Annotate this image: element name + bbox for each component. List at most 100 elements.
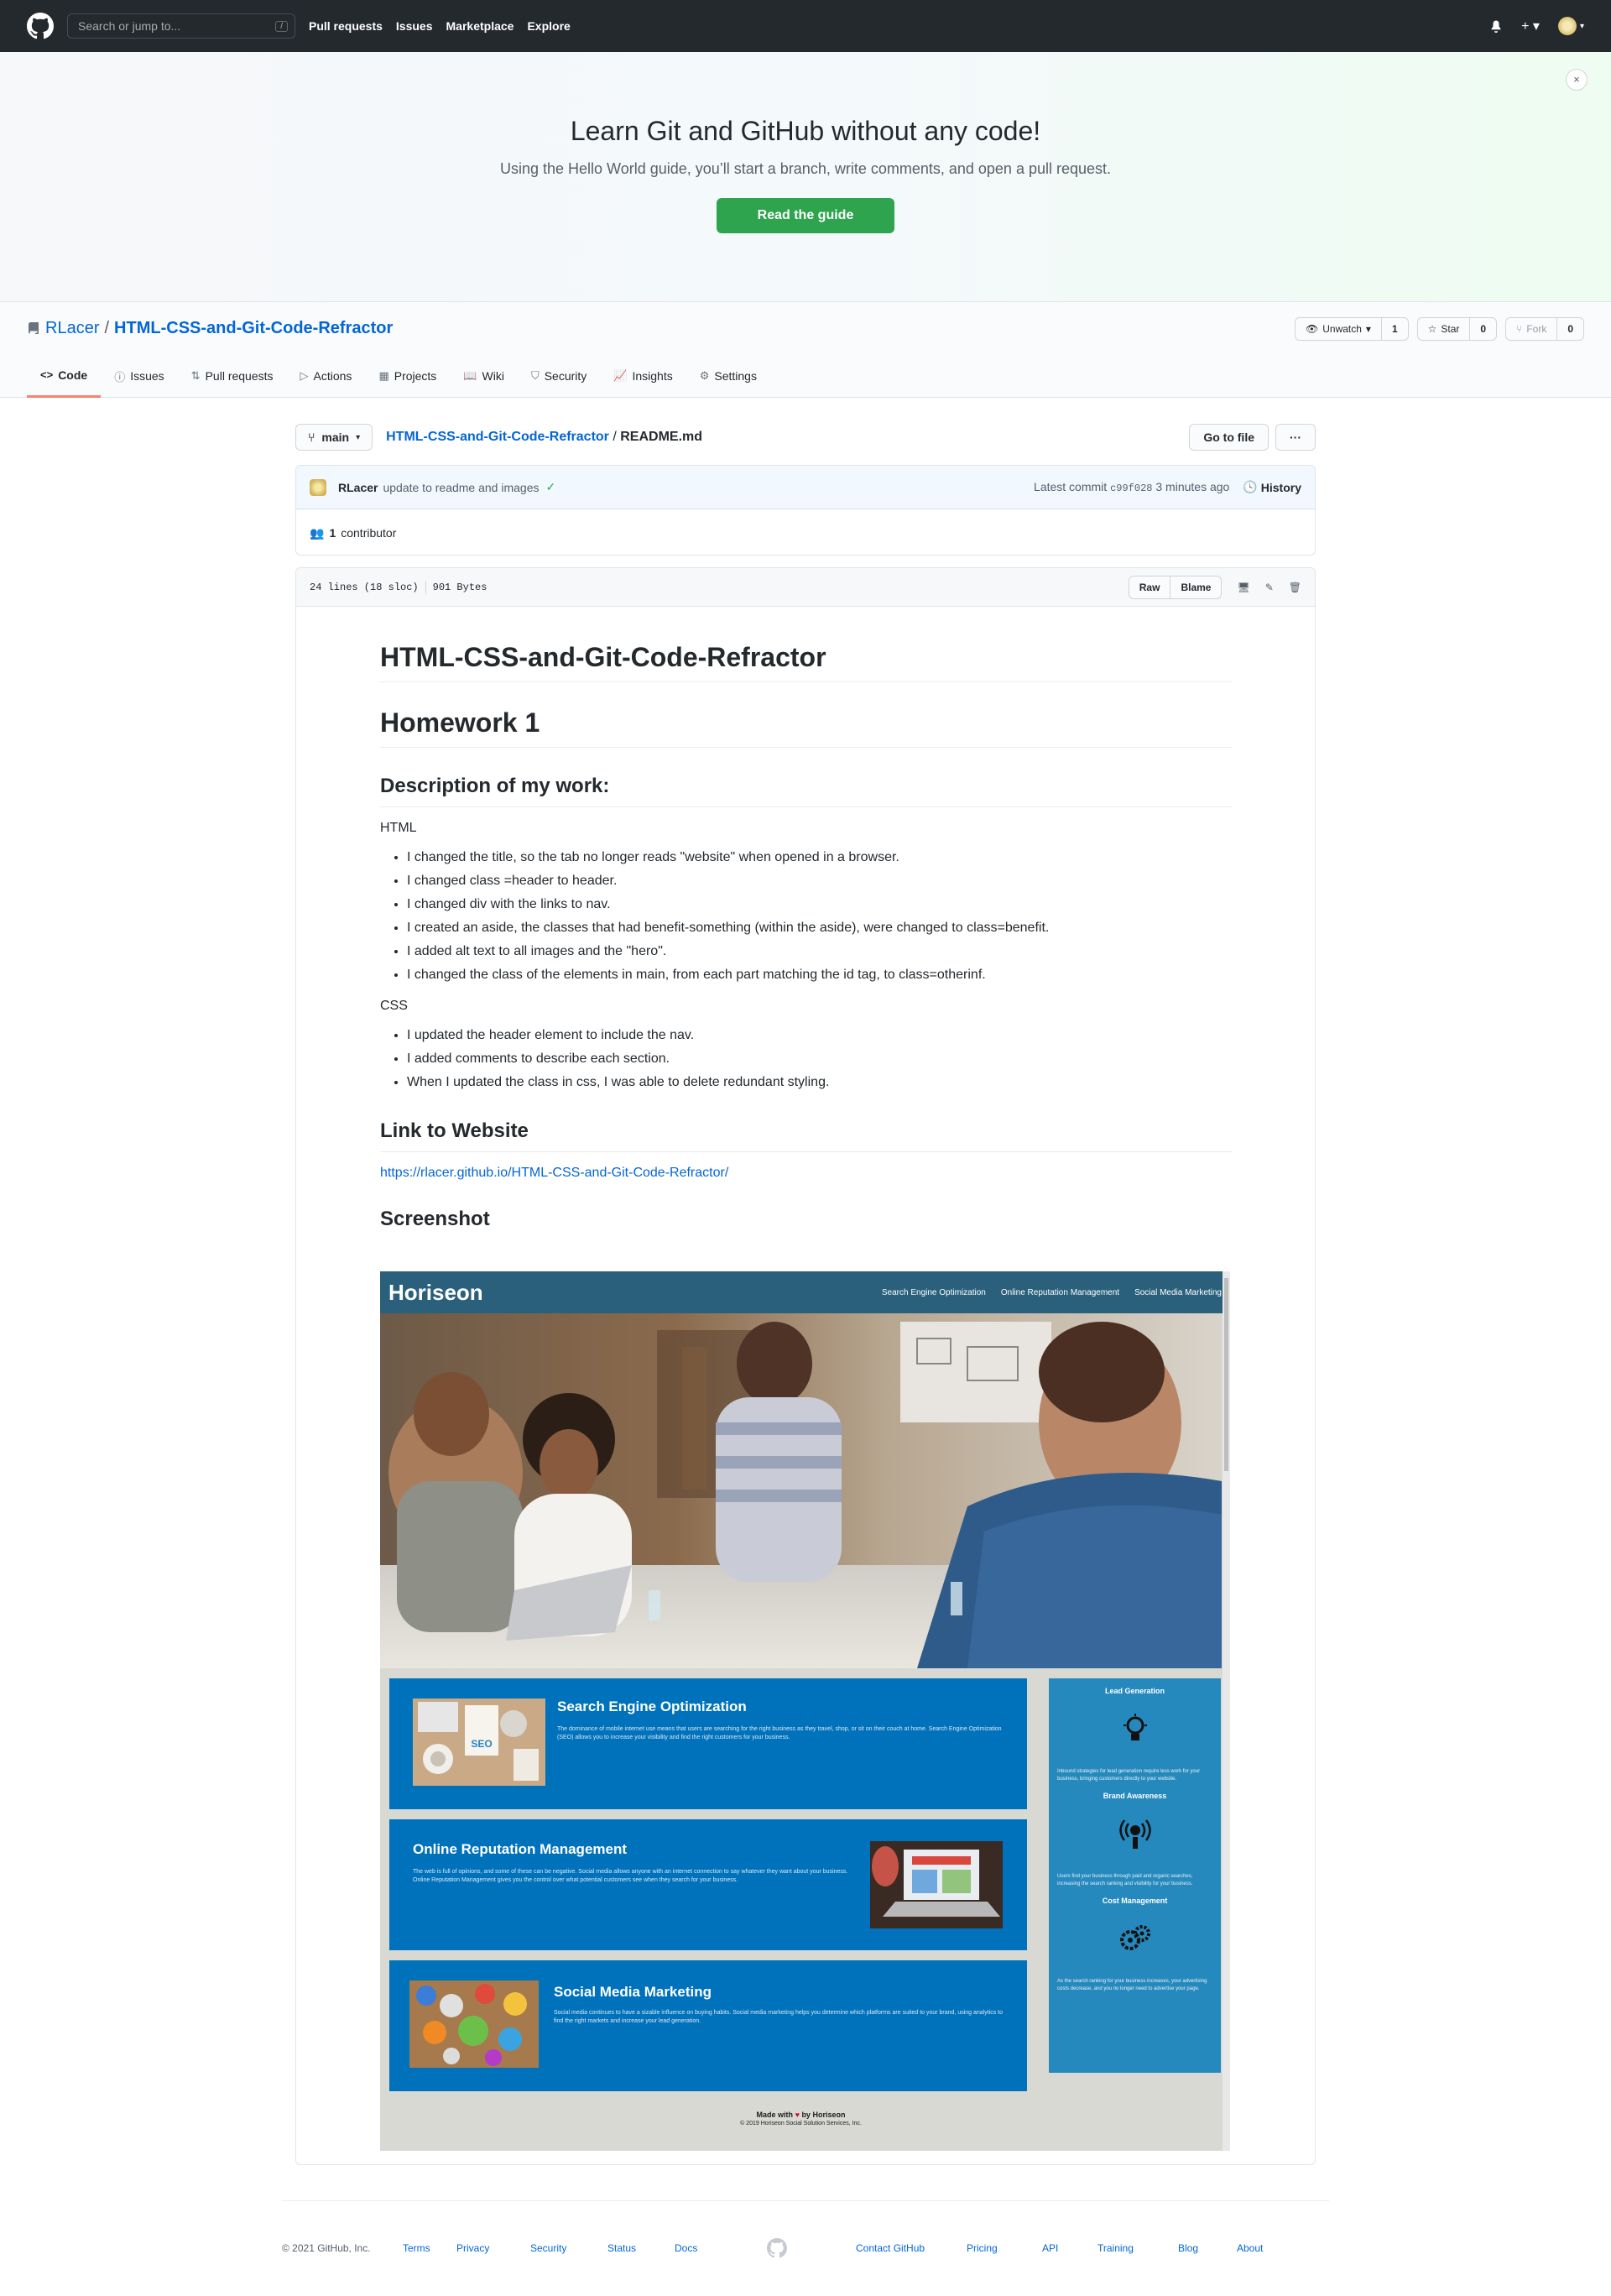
- readme-heading-homework: Homework 1: [380, 707, 1233, 748]
- footer-link-about[interactable]: About: [1237, 2242, 1263, 2254]
- tab-projects[interactable]: ▦ Projects: [365, 354, 450, 398]
- footer-copyright-text: © 2021 GitHub, Inc.: [282, 2242, 371, 2254]
- screenshot-card-smm: Social Media Marketing Social media cont…: [389, 1960, 1027, 2091]
- screenshot-header: Horiseon Search Engine Optimization Onli…: [380, 1271, 1230, 1313]
- tab-label: Projects: [394, 369, 437, 383]
- github-mark-icon[interactable]: [767, 2238, 787, 2258]
- nav-pull-requests[interactable]: Pull requests: [309, 19, 383, 33]
- repo-tabs: <> Code ⓘ Issues ⇅ Pull requests ▷ Actions ▦…: [27, 354, 770, 398]
- star-label: Star: [1441, 323, 1460, 335]
- go-to-file-button[interactable]: Go to file: [1189, 424, 1269, 451]
- check-icon[interactable]: ✓: [545, 480, 555, 494]
- repo-name-link[interactable]: HTML-CSS-and-Git-Code-Refractor: [114, 319, 393, 338]
- list-item: I changed the class of the elements in m…: [407, 965, 1233, 985]
- code-icon: <>: [40, 368, 54, 381]
- global-header: Search or jump to... / Pull requests Iss…: [0, 0, 1611, 52]
- latest-commit-row: RLacer update to readme and images ✓ Lat…: [296, 466, 1315, 509]
- avatar: [1557, 17, 1577, 35]
- tab-insights[interactable]: 📈 Insights: [600, 354, 686, 398]
- star-count[interactable]: 0: [1470, 323, 1496, 335]
- star-button[interactable]: ☆ Star 0: [1416, 317, 1498, 341]
- repo-header: RLacer / HTML-CSS-and-Git-Code-Refractor…: [0, 302, 1611, 398]
- commit-author-link[interactable]: RLacer: [338, 481, 378, 494]
- readme-content: HTML-CSS-and-Git-Code-Refractor Homework…: [380, 607, 1233, 1239]
- cost-gears-icon: [1119, 1925, 1150, 1950]
- footer-link-privacy[interactable]: Privacy: [456, 2242, 530, 2254]
- commit-box: RLacer update to readme and images ✓ Lat…: [295, 465, 1316, 556]
- fork-count[interactable]: 0: [1557, 323, 1583, 335]
- branch-icon: ⑂: [308, 430, 315, 444]
- user-menu[interactable]: ▾: [1557, 17, 1584, 35]
- commit-sha-link[interactable]: c99f028: [1110, 483, 1152, 494]
- tab-label: Actions: [313, 369, 352, 383]
- bell-icon[interactable]: [1489, 19, 1503, 33]
- list-item: I updated the header element to include …: [407, 1025, 1233, 1046]
- breadcrumb-separator: /: [613, 430, 617, 444]
- footer-link-docs[interactable]: Docs: [675, 2242, 759, 2254]
- readme-heading-link: Link to Website: [380, 1119, 1233, 1152]
- readme-title: HTML-CSS-and-Git-Code-Refractor: [380, 642, 1233, 682]
- tab-code[interactable]: <> Code: [27, 354, 102, 398]
- website-link[interactable]: https://rlacer.github.io/HTML-CSS-and-Gi…: [380, 1166, 728, 1180]
- broadcast-icon: [1118, 1819, 1151, 1849]
- breadcrumb: HTML-CSS-and-Git-Code-Refractor / README…: [386, 430, 702, 445]
- screenshot-logo: Horiseon: [388, 1279, 483, 1305]
- commit-time: 3 minutes ago: [1155, 480, 1230, 493]
- aside-text: As the search ranking for your business …: [1057, 1979, 1207, 1991]
- footer-link-contact[interactable]: Contact GitHub: [856, 2242, 967, 2254]
- desktop-icon[interactable]: 🖥: [1237, 582, 1249, 593]
- read-guide-button[interactable]: Read the guide: [717, 198, 894, 233]
- pencil-icon[interactable]: ✎: [1265, 582, 1274, 593]
- raw-button[interactable]: Raw: [1129, 577, 1170, 598]
- tab-wiki[interactable]: 📖 Wiki: [450, 354, 518, 398]
- footer-link-pricing[interactable]: Pricing: [967, 2242, 1042, 2254]
- list-item: When I updated the class in css, I was a…: [407, 1072, 1233, 1093]
- more-options-button[interactable]: ···: [1275, 424, 1316, 451]
- tab-pull-requests[interactable]: ⇅ Pull requests: [178, 354, 287, 398]
- tab-label: Settings: [714, 369, 757, 383]
- branch-select[interactable]: ⑂ main ▾: [295, 424, 373, 451]
- history-link[interactable]: 🕓 History: [1243, 480, 1301, 494]
- chevron-down-icon: ▾: [1365, 323, 1371, 335]
- tab-actions[interactable]: ▷ Actions: [287, 354, 366, 398]
- footer-link-status[interactable]: Status: [607, 2242, 675, 2254]
- site-footer: © 2021 GitHub, Inc. Terms Privacy Securi…: [282, 2200, 1329, 2267]
- footer-link-terms[interactable]: Terms: [403, 2242, 456, 2254]
- tab-issues[interactable]: ⓘ Issues: [101, 354, 177, 398]
- repo-owner-link[interactable]: RLacer: [45, 319, 99, 338]
- blame-button[interactable]: Blame: [1170, 576, 1221, 598]
- fork-button[interactable]: ⑂ Fork 0: [1505, 317, 1584, 341]
- heart-icon: ♥: [795, 2111, 800, 2119]
- trash-icon[interactable]: 🗑: [1289, 582, 1301, 593]
- book-icon: 📖: [463, 369, 477, 382]
- pull-request-icon: ⇅: [190, 369, 201, 382]
- tab-label: Issues: [130, 369, 164, 383]
- nav-issues[interactable]: Issues: [396, 19, 433, 33]
- search-input[interactable]: Search or jump to... /: [67, 13, 295, 39]
- contributors-row[interactable]: 👥 1 contributor: [296, 509, 1315, 556]
- tab-label: Code: [58, 368, 88, 382]
- create-new-menu[interactable]: + ▾: [1521, 18, 1540, 34]
- screenshot-card-text: The dominance of mobile internet use mea…: [557, 1726, 1002, 1740]
- tab-settings[interactable]: ⚙ Settings: [686, 354, 770, 398]
- footer-link-security[interactable]: Security: [530, 2242, 607, 2254]
- unwatch-button[interactable]: 👁 Unwatch ▾ 1: [1295, 317, 1409, 341]
- aside-title: Cost Management: [1102, 1897, 1168, 1905]
- github-logo-icon[interactable]: [27, 13, 54, 39]
- footer-link-api[interactable]: API: [1042, 2242, 1097, 2254]
- watch-count[interactable]: 1: [1382, 323, 1408, 335]
- file-size: 901 Bytes: [432, 581, 487, 593]
- reputation-photo: [870, 1841, 1003, 1928]
- close-icon[interactable]: ×: [1566, 69, 1588, 91]
- commit-message-link[interactable]: update to readme and images: [383, 481, 539, 494]
- breadcrumb-repo-link[interactable]: HTML-CSS-and-Git-Code-Refractor: [386, 430, 609, 444]
- fork-label: Fork: [1526, 323, 1547, 335]
- screenshot-aside: Lead Generation Inbound strategies for l…: [1049, 1678, 1221, 2073]
- file-box: 24 lines (18 sloc) 901 Bytes Raw Blame 🖥…: [295, 567, 1316, 2165]
- aside-title: Brand Awareness: [1103, 1792, 1167, 1800]
- footer-link-training[interactable]: Training: [1097, 2242, 1178, 2254]
- footer-link-blog[interactable]: Blog: [1178, 2242, 1237, 2254]
- nav-explore[interactable]: Explore: [527, 19, 570, 33]
- tab-security[interactable]: ⛉ Security: [518, 354, 600, 398]
- nav-marketplace[interactable]: Marketplace: [446, 19, 514, 33]
